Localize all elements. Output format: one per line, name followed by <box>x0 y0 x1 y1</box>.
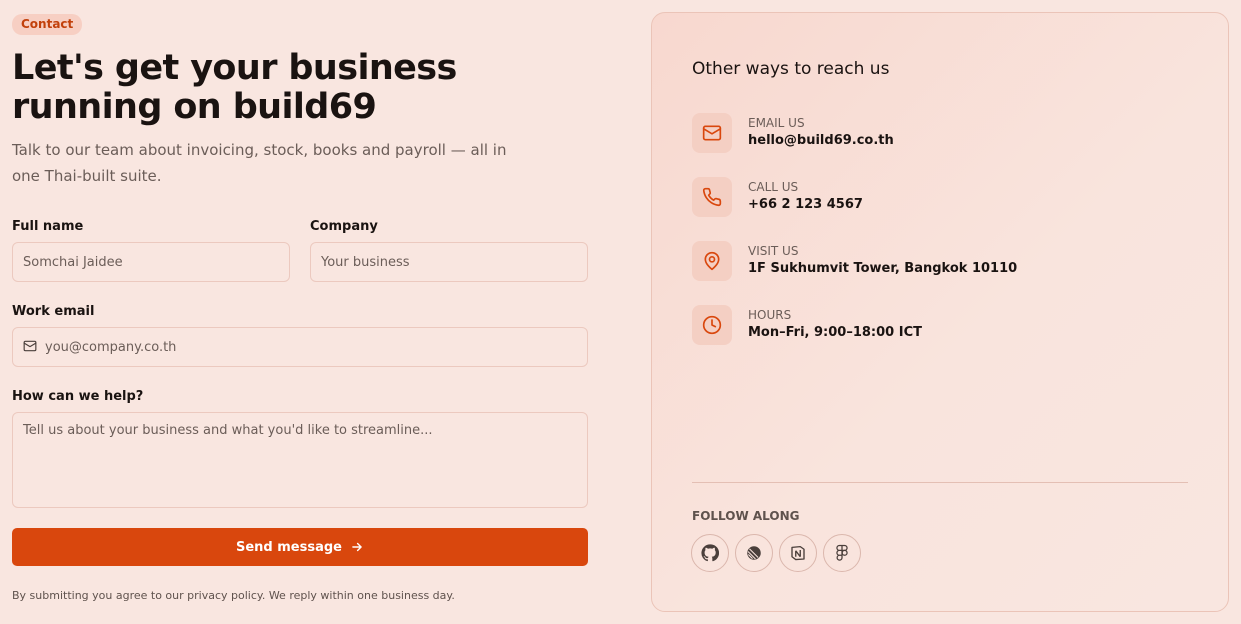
page-title: Let's get your business running on build… <box>12 48 457 127</box>
divider <box>692 482 1188 483</box>
page-subtitle: Talk to our team about invoicing, stock,… <box>12 141 507 185</box>
send-message-label: Send message <box>236 539 342 555</box>
company-label: Company <box>310 219 378 234</box>
contact-item-value: 1F Sukhumvit Tower, Bangkok 10110 <box>748 261 1018 276</box>
map-pin-icon <box>704 251 720 271</box>
figma-icon <box>836 544 848 561</box>
contact-item-key: VISIT US <box>748 244 799 258</box>
contact-item-key: EMAIL US <box>748 116 805 130</box>
follow-along-label: FOLLOW ALONG <box>692 509 800 523</box>
linear-link[interactable] <box>735 534 773 572</box>
contact-item-value: +66 2 123 4567 <box>748 197 863 212</box>
contact-item-hours: HOURS Mon–Fri, 9:00–18:00 ICT <box>692 305 922 345</box>
name-company-row: Full name Company <box>12 219 588 282</box>
full-name-input[interactable] <box>12 242 290 282</box>
work-email-label: Work email <box>12 304 95 319</box>
mail-icon <box>702 125 722 141</box>
contact-form-section: Contact Let's get your business running … <box>12 13 588 602</box>
figma-link[interactable] <box>823 534 861 572</box>
github-icon <box>701 544 719 562</box>
contact-item-value: hello@build69.co.th <box>748 133 894 148</box>
clock-icon <box>702 315 722 335</box>
contact-badge: Contact <box>12 14 83 35</box>
phone-icon <box>702 187 722 207</box>
contact-card-title: Other ways to reach us <box>692 59 890 79</box>
contact-item-address: VISIT US 1F Sukhumvit Tower, Bangkok 101… <box>692 241 1017 281</box>
help-textarea[interactable] <box>12 412 588 508</box>
help-label: How can we help? <box>12 389 144 404</box>
contact-item-key: HOURS <box>748 308 792 322</box>
mail-icon <box>23 340 37 352</box>
social-links <box>691 534 861 572</box>
linear-icon <box>747 546 761 560</box>
privacy-disclaimer: By submitting you agree to our privacy p… <box>12 589 455 602</box>
contact-item-phone: CALL US +66 2 123 4567 <box>692 177 863 217</box>
arrow-right-icon <box>352 542 362 552</box>
contact-item-email: EMAIL US hello@build69.co.th <box>692 113 894 153</box>
contact-item-key: CALL US <box>748 180 799 194</box>
company-input[interactable] <box>310 242 588 282</box>
notion-icon <box>791 545 805 561</box>
contact-item-value: Mon–Fri, 9:00–18:00 ICT <box>748 325 922 340</box>
send-message-button[interactable]: Send message <box>12 528 588 566</box>
github-link[interactable] <box>691 534 729 572</box>
contact-info-card: Other ways to reach us EMAIL US hello@bu… <box>651 12 1229 612</box>
notion-link[interactable] <box>779 534 817 572</box>
full-name-label: Full name <box>12 219 84 234</box>
work-email-input[interactable] <box>12 327 588 367</box>
